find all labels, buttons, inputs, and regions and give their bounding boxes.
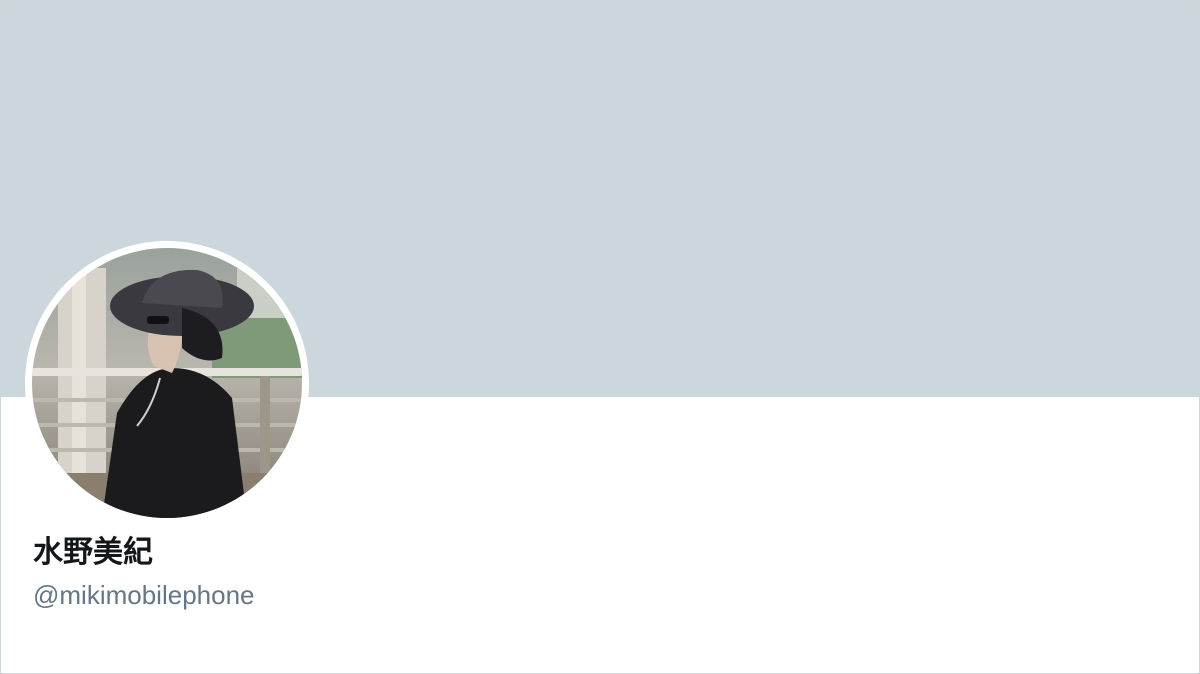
profile-handle[interactable]: @mikimobilephone bbox=[33, 579, 255, 611]
profile-card: 水野美紀 @mikimobilephone bbox=[0, 0, 1200, 674]
profile-photo-icon bbox=[32, 248, 302, 518]
avatar[interactable] bbox=[25, 241, 309, 525]
profile-display-name: 水野美紀 bbox=[33, 535, 153, 570]
